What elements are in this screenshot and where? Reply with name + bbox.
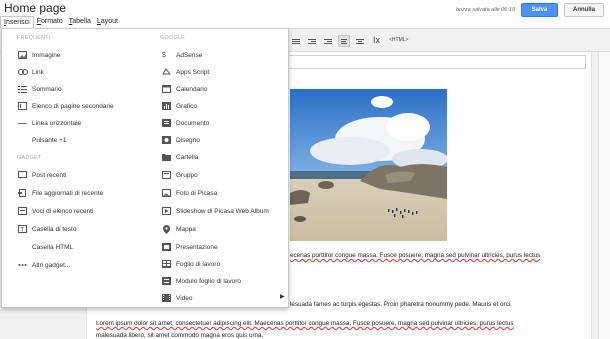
video-icon [162,293,176,303]
menu-inserisci[interactable]: Inserisci [0,16,34,28]
indent-icon[interactable] [322,35,334,47]
menu-layout[interactable]: Layout [94,16,121,28]
document-icon [162,118,176,128]
horizontal-line-icon [18,118,32,128]
menu-item-adsense[interactable]: $ AdSense [162,49,202,61]
menu-item-documento[interactable]: Documento [162,117,209,129]
submenu-arrow-icon: ▶ [280,294,285,300]
menu-item-slideshow-picasa[interactable]: Slideshow di Picasa Web Album [162,205,269,217]
menu-formato[interactable]: Formato [34,16,66,28]
menu-bar: Inserisci Formato Tabella Layout [0,16,121,28]
html-button[interactable]: <HTML> [389,37,408,43]
menu-item-video[interactable]: Video [162,292,193,304]
menu-item-modulo-foglio[interactable]: Modulo foglio di lavoro [162,275,241,287]
menu-item-gruppo[interactable]: Gruppo [162,169,198,181]
bullet-list-icon[interactable] [290,35,302,47]
slideshow-icon [162,206,176,216]
menu-item-calendario[interactable]: Calendario [162,83,207,95]
menu-item-grafico[interactable]: Grafico [162,100,197,112]
menu-item-disegno[interactable]: Disegno [162,134,200,146]
menu-item-pagine-secondarie[interactable]: Elenco di pagine secondarie [18,100,114,112]
beach-photo[interactable] [290,89,447,241]
svg-text:T: T [21,228,25,234]
draft-status: bozza salvata alle 06:19 [456,7,516,13]
calendar-icon [162,84,176,94]
menu-item-presentazione[interactable]: Presentazione [162,241,218,253]
body-text-line[interactable]: Lorem ipsum dolor sit amet, consectetuer… [96,320,514,327]
spreadsheet-icon [162,259,176,269]
body-text-line[interactable]: ecenas porttitor congue massa. Fusce pos… [290,252,540,259]
menu-item-link[interactable]: Link [18,66,44,78]
image-icon [18,50,32,60]
folder-icon [162,152,176,162]
align-left-icon[interactable] [338,35,350,47]
picasa-photo-icon [162,188,176,198]
menu-tabella[interactable]: Tabella [66,16,94,28]
menu-item-linea-orizzontale[interactable]: Linea orizzontale [18,117,81,129]
subpages-icon [18,101,32,111]
outdent-icon[interactable] [306,35,318,47]
chart-icon [162,101,176,111]
page-title: Home page [4,1,67,15]
menu-item-altri-gadget[interactable]: Altri gadget... [18,259,70,271]
menu-item-sommario[interactable]: Sommario [18,83,62,95]
menu-item-post-recenti[interactable]: Post recenti [18,169,66,181]
page-title-input[interactable] [283,55,586,69]
cancel-button[interactable]: Annulla [564,3,604,17]
drawing-icon [162,135,176,145]
recent-files-icon [18,188,32,198]
more-gadgets-icon [18,260,32,270]
align-center-icon[interactable] [354,35,366,47]
menu-item-immagine[interactable]: Immagine [18,49,61,61]
menu-item-apps-script[interactable]: Apps Script [162,66,209,78]
section-header-gadget: GADGET [17,155,42,161]
scrollbar[interactable] [598,52,610,339]
apps-script-icon [162,67,176,77]
section-header-google: GOOGLE [160,35,186,41]
text-box-icon: T [18,224,32,234]
section-header-frequenti: FREQUENTI [17,35,51,41]
save-button[interactable]: Salva [521,3,558,17]
menu-item-file-aggiornati[interactable]: File aggiornati di recente [18,187,103,199]
menu-item-casella-testo[interactable]: T Casella di testo [18,223,76,235]
form-icon [162,276,176,286]
group-icon [162,170,176,180]
recent-list-icon [18,206,32,216]
menu-item-cartella[interactable]: Cartella [162,151,198,163]
menu-item-casella-html[interactable]: Casella HTML [18,241,73,253]
presentation-icon [162,242,176,252]
link-icon [18,67,32,77]
table-of-contents-icon [18,84,32,94]
menu-item-voci-elenco[interactable]: Voci di elenco recenti [18,205,93,217]
menu-item-mappa[interactable]: Mappa [162,223,196,235]
menu-item-foto-picasa[interactable]: Foto di Picasa [162,187,217,199]
adsense-icon: $ [162,51,166,59]
menu-item-pulsante-plus1[interactable]: Pulsante +1 [18,134,67,146]
body-text-line[interactable]: lesuada fames ac turpis egestas. Proin p… [290,301,512,308]
clear-formatting-icon[interactable]: Ix [373,35,380,45]
menu-item-foglio-lavoro[interactable]: Foglio di lavoro [162,258,220,270]
recent-posts-icon [18,170,32,180]
map-icon [162,224,176,234]
editor-header: Home page Inserisci Formato Tabella Layo… [0,0,610,28]
insert-menu: FREQUENTI GOOGLE GADGET Immagine Link So… [1,28,289,308]
body-text-line[interactable]: malesuada libero, sit amet commodo magna… [96,332,263,339]
